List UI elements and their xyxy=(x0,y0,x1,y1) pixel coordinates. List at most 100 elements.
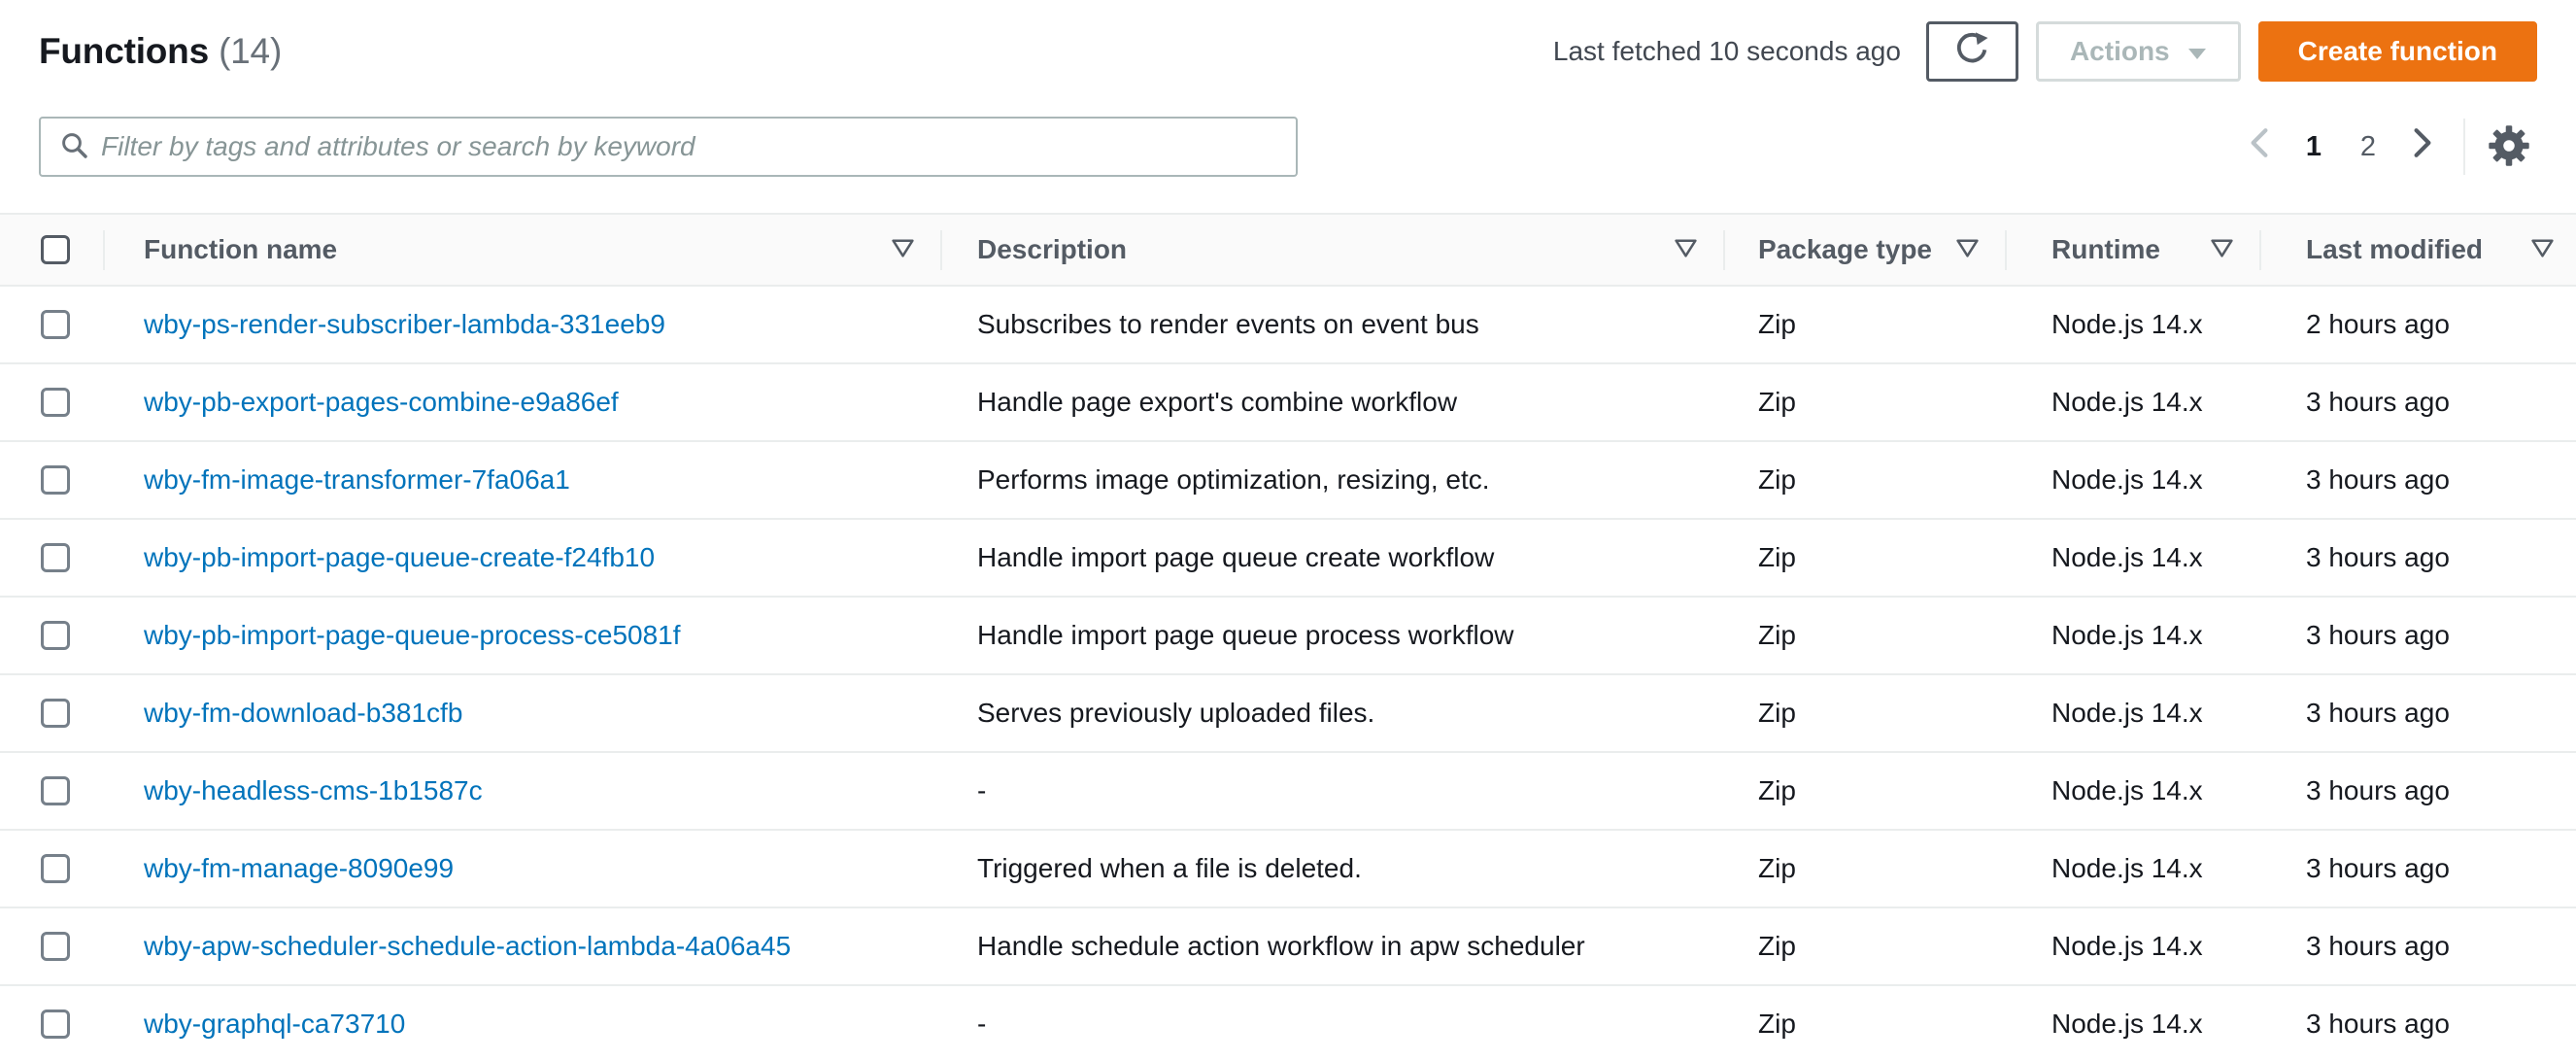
function-name-cell: wby-ps-render-subscriber-lambda-331eeb9 xyxy=(103,309,940,340)
table-row: wby-ps-render-subscriber-lambda-331eeb9 S… xyxy=(0,287,2576,364)
function-name-filter-button[interactable] xyxy=(891,234,915,265)
row-checkbox[interactable] xyxy=(41,699,70,728)
runtime-cell: Node.js 14.x xyxy=(2051,464,2203,495)
package-type-cell: Zip xyxy=(1758,387,1796,417)
table-row: wby-apw-scheduler-schedule-action-lambda… xyxy=(0,908,2576,986)
settings-button[interactable] xyxy=(2481,119,2537,175)
chevron-right-icon xyxy=(2410,127,2435,166)
column-label: Package type xyxy=(1758,234,1932,264)
function-name-link[interactable]: wby-fm-download-b381cfb xyxy=(144,698,462,728)
column-header-last-modified: Last modified xyxy=(2259,215,2576,285)
chevron-left-icon xyxy=(2247,127,2272,166)
last-fetched-text: Last fetched 10 seconds ago xyxy=(1552,36,1901,66)
description-filter-button[interactable] xyxy=(1674,234,1698,265)
function-name-link[interactable]: wby-pb-import-page-queue-create-f24fb10 xyxy=(144,542,655,572)
refresh-icon xyxy=(1952,29,1991,75)
prev-page-button[interactable] xyxy=(2237,120,2282,173)
functions-table: Function name Description Package type R… xyxy=(0,213,2576,1061)
filter-search-box[interactable] xyxy=(39,117,1298,177)
filter-triangle-icon xyxy=(2210,238,2234,261)
row-select-cell xyxy=(0,932,103,961)
description-cell: Handle import page queue process workflo… xyxy=(977,620,1514,650)
runtime-cell: Node.js 14.x xyxy=(2051,853,2203,883)
description-cell: Handle import page queue create workflow xyxy=(977,542,1495,572)
refresh-button[interactable] xyxy=(1925,21,2018,82)
runtime-filter-button[interactable] xyxy=(2210,234,2234,265)
toolbar: 1 2 xyxy=(0,117,2576,177)
description-cell: Subscribes to render events on event bus xyxy=(977,309,1479,339)
actions-dropdown-button[interactable]: Actions xyxy=(2035,21,2241,82)
description-cell: - xyxy=(977,775,987,805)
row-checkbox[interactable] xyxy=(41,932,70,961)
description-cell: Triggered when a file is deleted. xyxy=(977,853,1362,883)
row-checkbox[interactable] xyxy=(41,621,70,650)
row-checkbox[interactable] xyxy=(41,854,70,883)
column-header-description: Description xyxy=(940,215,1723,285)
column-header-runtime: Runtime xyxy=(2005,215,2259,285)
filter-triangle-icon xyxy=(2530,238,2555,261)
table-row: wby-fm-manage-8090e99 Triggered when a fi… xyxy=(0,831,2576,908)
table-row: wby-pb-import-page-queue-create-f24fb10 H… xyxy=(0,520,2576,598)
last-modified-cell: 3 hours ago xyxy=(2306,775,2450,805)
row-select-cell xyxy=(0,543,103,572)
row-select-cell xyxy=(0,699,103,728)
row-checkbox[interactable] xyxy=(41,1010,70,1039)
function-count: (14) xyxy=(219,31,283,71)
row-checkbox[interactable] xyxy=(41,310,70,339)
actions-button-label: Actions xyxy=(2069,36,2170,66)
function-name-link[interactable]: wby-fm-manage-8090e99 xyxy=(144,853,454,883)
table-row: wby-fm-image-transformer-7fa06a1 Performs… xyxy=(0,442,2576,520)
column-label: Function name xyxy=(144,234,338,264)
function-name-link[interactable]: wby-graphql-ca73710 xyxy=(144,1009,405,1039)
runtime-cell: Node.js 14.x xyxy=(2051,775,2203,805)
filter-triangle-icon xyxy=(1674,238,1698,261)
last-modified-cell: 3 hours ago xyxy=(2306,620,2450,650)
page-1-button[interactable]: 1 xyxy=(2291,120,2336,173)
runtime-cell: Node.js 14.x xyxy=(2051,387,2203,417)
last-modified-cell: 3 hours ago xyxy=(2306,853,2450,883)
function-name-cell: wby-fm-image-transformer-7fa06a1 xyxy=(103,464,940,496)
last-modified-cell: 3 hours ago xyxy=(2306,542,2450,572)
page-2-button[interactable]: 2 xyxy=(2346,120,2390,173)
description-cell: - xyxy=(977,1009,987,1039)
package-type-filter-button[interactable] xyxy=(1955,234,1980,265)
search-input[interactable] xyxy=(101,131,1280,162)
pager-divider xyxy=(2463,119,2465,175)
runtime-cell: Node.js 14.x xyxy=(2051,931,2203,961)
runtime-cell: Node.js 14.x xyxy=(2051,309,2203,339)
description-cell: Handle schedule action workflow in apw s… xyxy=(977,931,1585,961)
column-label: Runtime xyxy=(2051,234,2160,264)
description-cell: Performs image optimization, resizing, e… xyxy=(977,464,1490,495)
caret-down-icon xyxy=(2187,36,2207,67)
filter-triangle-icon xyxy=(891,238,915,261)
function-name-cell: wby-apw-scheduler-schedule-action-lambda… xyxy=(103,931,940,962)
package-type-cell: Zip xyxy=(1758,1009,1796,1039)
table-header-row: Function name Description Package type R… xyxy=(0,213,2576,287)
runtime-cell: Node.js 14.x xyxy=(2051,620,2203,650)
table-row: wby-pb-import-page-queue-process-ce5081f… xyxy=(0,598,2576,675)
function-name-link[interactable]: wby-apw-scheduler-schedule-action-lambda… xyxy=(144,931,791,961)
function-name-cell: wby-fm-manage-8090e99 xyxy=(103,853,940,884)
table-row: wby-fm-download-b381cfb Serves previously… xyxy=(0,675,2576,753)
next-page-button[interactable] xyxy=(2400,120,2445,173)
function-name-link[interactable]: wby-fm-image-transformer-7fa06a1 xyxy=(144,464,570,495)
last-modified-filter-button[interactable] xyxy=(2530,234,2555,265)
table-row: wby-headless-cms-1b1587c - Zip Node.js 14.x… xyxy=(0,753,2576,831)
select-all-checkbox[interactable] xyxy=(41,235,70,264)
package-type-cell: Zip xyxy=(1758,853,1796,883)
row-checkbox[interactable] xyxy=(41,465,70,495)
column-label: Description xyxy=(977,234,1128,264)
create-function-button[interactable]: Create function xyxy=(2257,21,2537,82)
function-name-cell: wby-pb-import-page-queue-process-ce5081f xyxy=(103,620,940,651)
row-checkbox[interactable] xyxy=(41,388,70,417)
function-name-link[interactable]: wby-ps-render-subscriber-lambda-331eeb9 xyxy=(144,309,665,339)
package-type-cell: Zip xyxy=(1758,620,1796,650)
row-checkbox[interactable] xyxy=(41,543,70,572)
row-checkbox[interactable] xyxy=(41,776,70,805)
function-name-link[interactable]: wby-pb-export-pages-combine-e9a86ef xyxy=(144,387,619,417)
function-name-link[interactable]: wby-headless-cms-1b1587c xyxy=(144,775,483,805)
row-select-cell xyxy=(0,854,103,883)
package-type-cell: Zip xyxy=(1758,464,1796,495)
function-name-cell: wby-headless-cms-1b1587c xyxy=(103,775,940,806)
function-name-link[interactable]: wby-pb-import-page-queue-process-ce5081f xyxy=(144,620,681,650)
